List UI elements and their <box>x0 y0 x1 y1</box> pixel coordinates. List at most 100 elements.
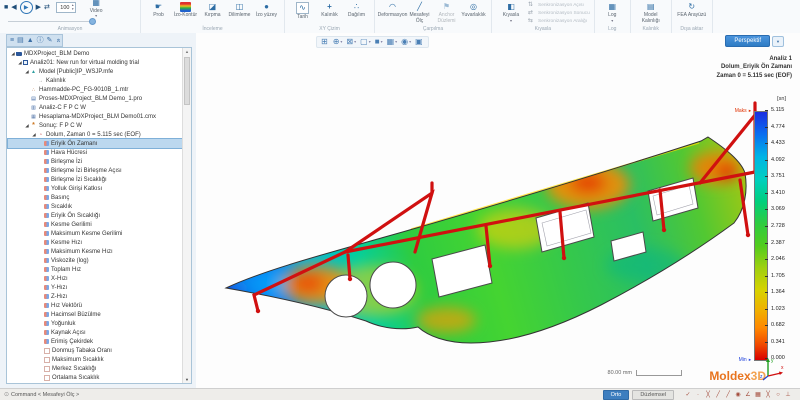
loop-icon[interactable]: ⇄ <box>44 4 50 11</box>
tree-item[interactable]: ◢ MDXProject_BLM Demo <box>8 49 182 58</box>
snap-circle-icon[interactable]: ○ <box>774 392 782 398</box>
snap-center-icon[interactable]: ◉ <box>734 392 742 398</box>
viewport-3d[interactable]: ⊞ ⊕ ▾ ⊠ ▾ ▢ ▾ ■ ▾ ▦ ▾ ◉ ▾ ▣ Perspektif ▼… <box>196 33 800 388</box>
next-frame-icon[interactable]: ▶ <box>36 4 41 11</box>
tree-item[interactable]: Maksimum Kesme Hızı <box>8 247 182 256</box>
scroll-up-icon[interactable]: ▲ <box>183 49 191 54</box>
previous-frame-icon[interactable]: ◀ <box>11 4 16 11</box>
tree-item[interactable]: Kalınlık <box>8 76 182 85</box>
slider-knob[interactable] <box>89 18 96 25</box>
tree-item[interactable]: Yoğunluk <box>8 319 182 328</box>
tree-item[interactable]: Birleşme İzi <box>8 157 182 166</box>
select-check-icon[interactable]: ✓ <box>684 392 692 398</box>
tree-item[interactable]: ◢ Sonuç: F P C W <box>8 121 182 130</box>
tree-item[interactable]: Proses-MDXProject_BLM Demo_1.pro <box>8 94 182 103</box>
tree-item[interactable]: Hacimsel Büzülme <box>8 310 182 319</box>
tree-item[interactable]: Hammadde-PC_FG-9010B_1.mtr <box>8 85 182 94</box>
snap-grid-icon[interactable]: ▦ <box>754 392 762 398</box>
tree-item[interactable]: Maksimum Sıcaklık <box>8 355 182 364</box>
scroll-down-icon[interactable]: ▼ <box>183 377 191 382</box>
tree-item[interactable]: Eriyik Ön Zamanı <box>7 138 183 149</box>
tree-item[interactable]: Basınç <box>8 193 182 202</box>
tree-item[interactable]: Hesaplama-MDXProject_BLM Demo01.cmx <box>8 112 182 121</box>
video-button[interactable]: ▦ Video ▾ <box>83 0 110 18</box>
snap-intersect-icon[interactable]: ╳ <box>764 392 772 398</box>
tree-item[interactable]: Eriyik Ön Sıcaklığı <box>8 211 182 220</box>
tree-info-icon[interactable]: ⓘ <box>37 37 44 44</box>
tree-item[interactable]: Kaynak Açısı <box>8 328 182 337</box>
tree-item[interactable]: Hız Vektörü <box>8 301 182 310</box>
tree-item[interactable]: ◢ Analiz01: New run for virtual molding … <box>8 58 182 67</box>
clip-mode-icon[interactable]: ◉ ▾ <box>401 38 411 46</box>
tree-item[interactable]: Kesme Gerilimi <box>8 220 182 229</box>
perspective-dropdown-icon[interactable]: ▼ <box>772 35 784 47</box>
shaded-mode-icon[interactable]: ■ ▾ <box>375 38 383 46</box>
planar-button[interactable]: Düzlemsel <box>632 389 674 400</box>
animation-slider[interactable] <box>8 18 96 25</box>
tree-item[interactable]: Birleşme İzi Sıcaklığı <box>8 175 182 184</box>
dilimleme-button[interactable]: ◫ Dilimleme <box>226 1 253 19</box>
izo-yuzey-button[interactable]: ● İzo yüzey <box>253 1 280 19</box>
izo-kontur-button[interactable]: İzo-Kontür <box>172 1 199 19</box>
mesh-mode-icon[interactable]: ▦ ▾ <box>387 38 398 46</box>
yuvarlaklik-button[interactable]: ◎ Yuvarlaklık <box>460 1 487 19</box>
frame-count-spinner[interactable]: 100 ▴ ▾ <box>55 2 76 13</box>
tree-item[interactable]: Donmuş Tabaka Oranı <box>8 346 182 355</box>
tree-list-icon[interactable]: ≡ <box>10 37 14 44</box>
stop-icon[interactable]: ■ <box>4 4 8 11</box>
tree-item[interactable]: Hava Hücresi <box>8 148 182 157</box>
snap-line-icon[interactable]: ╱ <box>714 392 722 398</box>
snap-point-icon[interactable]: · <box>694 392 702 398</box>
tree-model-icon[interactable]: ▲ <box>27 37 34 44</box>
scrollbar-thumb[interactable] <box>184 57 190 105</box>
snap-angle-icon[interactable]: ∠ <box>744 392 752 398</box>
tree-item[interactable]: Viskozite (log) <box>8 256 182 265</box>
perspective-button[interactable]: Perspektif <box>725 35 771 47</box>
collapse-all-icon[interactable]: « <box>54 39 61 43</box>
tarih-button[interactable]: ∿ Tarih <box>289 1 316 21</box>
video-dropdown-icon[interactable]: ▾ <box>95 14 97 18</box>
deformasyon-button[interactable]: ◠ Deformasyon <box>378 1 408 19</box>
tree-item[interactable]: Yolluk Girişi Katkısı <box>8 184 182 193</box>
tree-item[interactable]: Kesme Hızı <box>8 238 182 247</box>
log-button[interactable]: ▦ Log ▾ <box>599 1 626 23</box>
pan-icon[interactable]: ⊠ ▾ <box>346 38 356 46</box>
display-options-icon[interactable]: ▣ <box>415 38 424 46</box>
zoom-icon[interactable]: ⊕ ▾ <box>333 38 343 46</box>
prob-button[interactable]: ☛ Prob <box>145 1 172 19</box>
tree-item[interactable]: Analiz-C F P C W <box>8 103 182 112</box>
kiyasla-button[interactable]: ◧ Kıyasla ▾ <box>496 1 526 25</box>
ortho-button[interactable]: Orto <box>602 389 630 400</box>
tree-tools-icon[interactable]: ✎ <box>47 37 53 44</box>
tree-item[interactable]: Maksimum Kesme Gerilimi <box>8 229 182 238</box>
tree-scrollbar[interactable]: ▲ ▼ <box>182 48 191 383</box>
snap-endpoint-icon[interactable]: ╳ <box>704 392 712 398</box>
tree-item[interactable]: Y-Hızı <box>8 283 182 292</box>
tree-layers-icon[interactable]: ▤ <box>17 37 24 44</box>
model-canvas[interactable] <box>196 33 800 388</box>
anchor-duzlemi-button[interactable]: ⚑ Anchor Düzlemi <box>433 1 460 24</box>
fit-view-icon[interactable]: ⊞ <box>321 38 329 46</box>
snap-perpendicular-icon[interactable]: ⊥ <box>784 392 792 398</box>
tree-item[interactable]: ◢ Model [Public]IP_WSJP.mfe <box>8 67 182 76</box>
log-dropdown-icon[interactable]: ▾ <box>611 18 613 23</box>
kiyasla-dropdown-icon[interactable]: ▾ <box>510 18 512 23</box>
kirpma-button[interactable]: ◪ Kırpma <box>199 1 226 19</box>
tree-item[interactable]: Birleşme İzi Birleşme Açısı <box>8 166 182 175</box>
play-icon[interactable]: ▶ <box>19 1 33 14</box>
molded-part[interactable] <box>210 136 747 344</box>
mesafeyi-olc-button[interactable]: ╱ Mesafeyi Ölç <box>406 1 433 24</box>
view-orientation-icon[interactable]: ▢ ▾ <box>360 38 371 46</box>
tree-item[interactable]: Z-Hızı <box>8 292 182 301</box>
tree-item[interactable]: Toplam Hız <box>8 265 182 274</box>
spinner-arrows-icon[interactable]: ▴ ▾ <box>72 3 74 11</box>
dagilim-button[interactable]: ∴ Dağılım <box>343 1 370 19</box>
kalinlik-button[interactable]: + Kalınlık <box>316 1 343 19</box>
tree-item[interactable]: Erimiş Çekirdek <box>8 337 182 346</box>
tree-item[interactable]: Merkez Sıcaklığı <box>8 364 182 373</box>
tree-item[interactable]: Sıcaklık <box>8 202 182 211</box>
snap-midline-icon[interactable]: ╱ <box>724 392 732 398</box>
fea-arayuzu-button[interactable]: ↻ FEA Arayüzü <box>676 1 708 19</box>
tree-item[interactable]: X-Hızı <box>8 274 182 283</box>
tree-item[interactable]: ◢ Dolum, Zaman 0 = 5.115 sec (EOF) <box>8 130 182 139</box>
